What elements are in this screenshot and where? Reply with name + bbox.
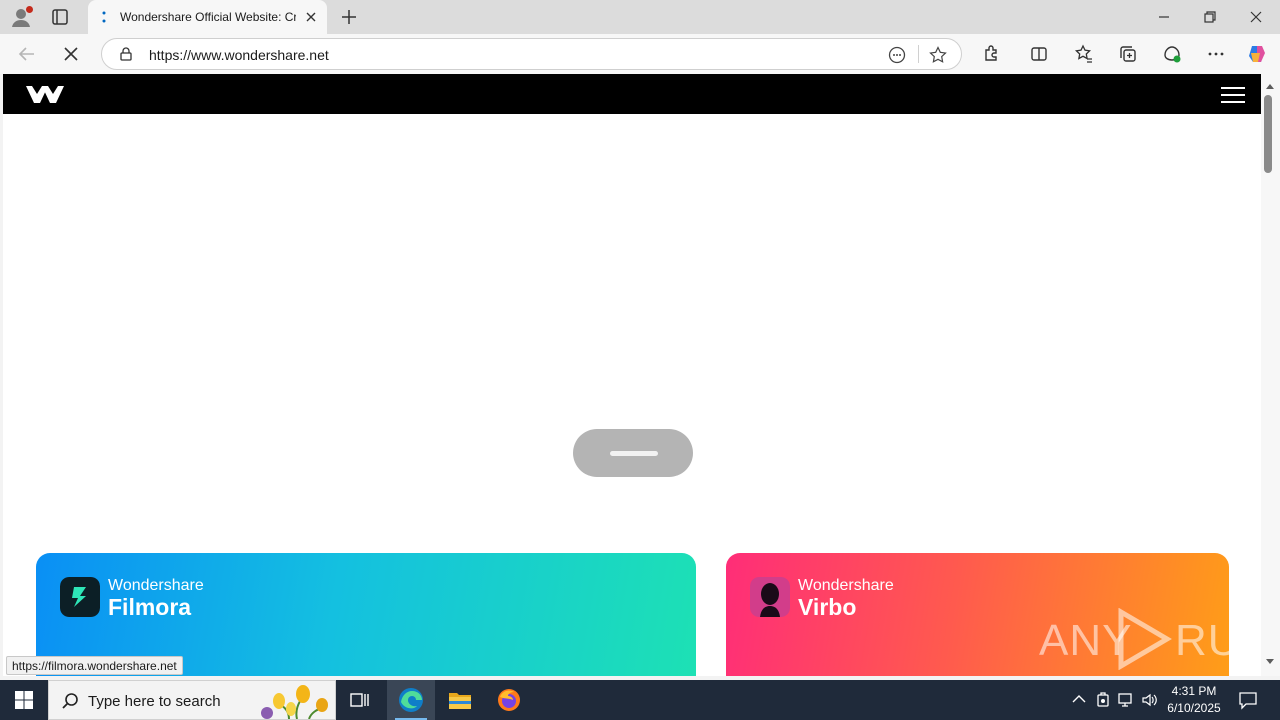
copilot-icon[interactable] xyxy=(1244,41,1270,67)
favorites-icon[interactable] xyxy=(1071,41,1097,67)
back-icon[interactable] xyxy=(14,41,40,67)
collections-icon[interactable] xyxy=(1115,41,1141,67)
split-screen-icon[interactable] xyxy=(1026,41,1052,67)
browser-essentials-icon[interactable] xyxy=(1159,41,1185,67)
tab-title: Wondershare Official Website: Cre xyxy=(120,10,296,24)
scroll-thumb[interactable] xyxy=(1264,95,1272,173)
edge-icon xyxy=(399,688,423,712)
wondershare-logo[interactable] xyxy=(26,86,64,103)
taskbar-edge[interactable] xyxy=(387,680,435,720)
close-window-icon[interactable] xyxy=(1245,6,1267,28)
page-scrollbar[interactable] xyxy=(1261,74,1280,676)
anyrun-watermark: ANY RUN xyxy=(1039,608,1261,670)
profile-alert-dot xyxy=(26,6,33,13)
notification-center-icon[interactable] xyxy=(1238,690,1258,710)
clock-time: 4:31 PM xyxy=(1171,684,1217,698)
tab-actions-button[interactable] xyxy=(46,5,74,29)
scroll-up-icon[interactable] xyxy=(1265,82,1275,90)
minimize-icon[interactable] xyxy=(1153,6,1175,28)
tab-strip: Wondershare Official Website: Cre xyxy=(0,0,1280,34)
windows-start-icon xyxy=(15,691,33,709)
plus-icon[interactable] xyxy=(338,6,360,28)
scroll-down-icon[interactable] xyxy=(1265,658,1275,666)
loading-bar xyxy=(610,451,658,456)
site-header xyxy=(3,74,1261,114)
tab-active[interactable]: Wondershare Official Website: Cre xyxy=(88,0,327,34)
play-icon xyxy=(1118,608,1172,670)
virbo-title: Virbo xyxy=(798,594,857,620)
url-text[interactable]: https://www.wondershare.net xyxy=(149,47,329,63)
volume-icon[interactable] xyxy=(1141,691,1159,709)
search-highlight-image xyxy=(261,685,328,719)
task-view-icon xyxy=(350,693,369,707)
virbo-icon xyxy=(750,577,790,617)
start-button[interactable] xyxy=(0,680,48,720)
omnibox-separator xyxy=(918,45,919,63)
security-tray-icon[interactable] xyxy=(1094,691,1112,709)
filmora-icon xyxy=(60,577,100,617)
profile-button[interactable] xyxy=(8,5,34,29)
loading-spinner-icon xyxy=(102,11,106,23)
filmora-title: Filmora xyxy=(108,594,192,620)
address-bar[interactable]: https://www.wondershare.net xyxy=(101,38,962,70)
show-hidden-icons-icon[interactable] xyxy=(1070,691,1088,709)
tab-actions-icon xyxy=(52,9,68,25)
taskbar-firefox[interactable] xyxy=(485,680,533,720)
watermark-right-text: RUN xyxy=(1175,616,1261,665)
extensions-icon[interactable] xyxy=(978,41,1004,67)
windows-taskbar: Type here to search 4:31 PM 6/10/2025 xyxy=(0,680,1280,720)
clock-date: 6/10/2025 xyxy=(1167,701,1221,715)
network-icon[interactable] xyxy=(1117,691,1135,709)
page-viewport: Wondershare Filmora Wondershare Virbo AN… xyxy=(3,74,1261,676)
stop-loading-icon[interactable] xyxy=(58,41,84,67)
browser-toolbar: https://www.wondershare.net xyxy=(0,34,1280,74)
firefox-icon xyxy=(498,689,520,711)
star-icon[interactable] xyxy=(928,45,948,65)
immersive-reader-icon[interactable] xyxy=(887,45,907,65)
filmora-brand: Wondershare xyxy=(108,577,204,594)
more-icon[interactable] xyxy=(1203,41,1229,67)
menu-icon[interactable] xyxy=(1221,87,1245,103)
close-icon[interactable] xyxy=(303,9,319,25)
loading-indicator xyxy=(573,429,693,477)
taskbar-clock[interactable]: 4:31 PM 6/10/2025 xyxy=(1160,683,1228,717)
search-icon xyxy=(62,693,78,709)
search-placeholder: Type here to search xyxy=(88,693,221,710)
virbo-brand: Wondershare xyxy=(798,577,894,594)
task-view-button[interactable] xyxy=(336,680,384,720)
taskbar-search[interactable]: Type here to search xyxy=(48,680,336,720)
restore-icon[interactable] xyxy=(1199,6,1221,28)
file-explorer-icon xyxy=(449,693,471,709)
taskbar-file-explorer[interactable] xyxy=(436,680,484,720)
link-status-bubble: https://filmora.wondershare.net xyxy=(6,656,183,675)
site-info-icon[interactable] xyxy=(118,46,134,62)
